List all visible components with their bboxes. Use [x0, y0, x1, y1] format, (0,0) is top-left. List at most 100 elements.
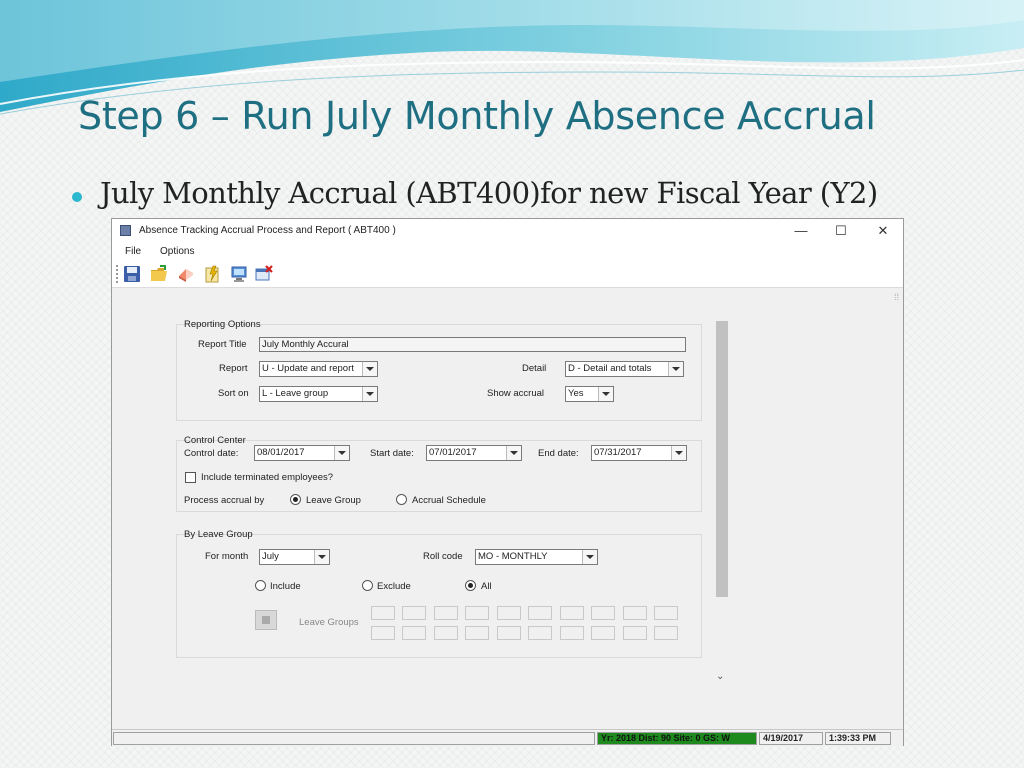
status-message-panel [113, 732, 595, 745]
status-bar: Yr: 2018 Dist: 90 Site: 0 GS: W 4/19/201… [112, 729, 903, 747]
toolbar-grip[interactable] [116, 265, 121, 283]
roll-code-value: MO - MONTHLY [478, 551, 548, 562]
chevron-down-icon[interactable] [362, 387, 377, 401]
leave-group-cell[interactable] [623, 606, 647, 620]
include-terminated-checkbox[interactable] [185, 472, 196, 483]
leave-group-cell[interactable] [371, 606, 395, 620]
accrual-schedule-radio[interactable] [396, 494, 407, 505]
control-center-label: Control Center [184, 435, 246, 446]
run-process-icon[interactable] [204, 265, 222, 283]
leave-group-cell[interactable] [371, 626, 395, 640]
end-date-picker[interactable]: 07/31/2017 [591, 445, 687, 461]
include-radio[interactable] [255, 580, 266, 591]
slide-title: Step 6 – Run July Monthly Absence Accrua… [78, 94, 876, 138]
detail-select-value: D - Detail and totals [568, 363, 652, 374]
for-month-label: For month [205, 551, 249, 562]
bullet-dot-icon [72, 192, 82, 202]
leave-group-cell[interactable] [654, 626, 678, 640]
chevron-down-icon[interactable] [362, 362, 377, 376]
for-month-value: July [262, 551, 279, 562]
menu-bar: File Options [112, 243, 903, 261]
menu-file[interactable]: File [125, 246, 141, 257]
chevron-down-icon[interactable] [314, 550, 329, 564]
chevron-down-icon[interactable] [668, 362, 683, 376]
calendar-dropdown-icon[interactable] [334, 446, 349, 460]
leave-group-cell[interactable] [497, 606, 521, 620]
report-title-field[interactable]: July Monthly Accural [259, 337, 686, 352]
calendar-dropdown-icon[interactable] [506, 446, 521, 460]
toolbar [112, 261, 903, 288]
accrual-schedule-radio-label: Accrual Schedule [412, 495, 486, 506]
all-radio-label: All [481, 581, 492, 592]
show-accrual-select-value: Yes [568, 388, 584, 399]
by-leave-group-label: By Leave Group [184, 529, 253, 540]
roll-code-select[interactable]: MO - MONTHLY [475, 549, 598, 565]
chevron-down-icon[interactable] [598, 387, 613, 401]
leave-group-radio[interactable] [290, 494, 301, 505]
status-time-panel: 1:39:33 PM [825, 732, 891, 745]
save-icon[interactable] [123, 265, 141, 283]
open-folder-icon[interactable] [150, 265, 168, 283]
include-radio-label: Include [270, 581, 301, 592]
leave-group-cell[interactable] [623, 626, 647, 640]
scrollbar-thumb[interactable] [716, 321, 728, 597]
control-date-label: Control date: [184, 448, 239, 459]
leave-group-cell[interactable] [434, 626, 458, 640]
scroll-down-icon[interactable]: ⌄ [716, 671, 724, 682]
leave-group-cell[interactable] [528, 606, 552, 620]
leave-group-cell[interactable] [591, 606, 615, 620]
minimize-button[interactable]: — [786, 221, 816, 241]
show-accrual-select[interactable]: Yes [565, 386, 614, 402]
eraser-icon[interactable] [177, 265, 195, 283]
detail-label: Detail [522, 363, 547, 374]
control-date-picker[interactable]: 08/01/2017 [254, 445, 350, 461]
app-icon [120, 225, 131, 236]
leave-group-radio-label: Leave Group [306, 495, 361, 506]
sort-on-select[interactable]: L - Leave group [259, 386, 378, 402]
leave-group-cell[interactable] [654, 606, 678, 620]
chevron-down-icon[interactable] [582, 550, 597, 564]
sort-on-label: Sort on [218, 388, 249, 399]
sort-on-select-value: L - Leave group [262, 388, 329, 399]
start-date-label: Start date: [370, 448, 414, 459]
start-date-picker[interactable]: 07/01/2017 [426, 445, 522, 461]
report-select[interactable]: U - Update and report [259, 361, 378, 377]
exclude-radio-label: Exclude [377, 581, 411, 592]
leave-groups-label: Leave Groups [299, 617, 359, 628]
window-titlebar[interactable]: Absence Tracking Accrual Process and Rep… [112, 219, 903, 243]
leave-group-cell[interactable] [402, 626, 426, 640]
leave-group-cell[interactable] [434, 606, 458, 620]
close-window-icon[interactable] [255, 265, 273, 283]
leave-group-cell[interactable] [465, 626, 489, 640]
end-date-value: 07/31/2017 [594, 447, 642, 458]
detail-select[interactable]: D - Detail and totals [565, 361, 684, 377]
calendar-dropdown-icon[interactable] [671, 446, 686, 460]
vertical-scrollbar[interactable]: ⌄ [714, 319, 728, 682]
status-info-panel: Yr: 2018 Dist: 90 Site: 0 GS: W [597, 732, 757, 745]
resize-grip-icon[interactable]: ⁞⁞ [894, 292, 899, 302]
monitor-icon[interactable] [230, 265, 248, 283]
window-title: Absence Tracking Accrual Process and Rep… [139, 225, 396, 236]
report-select-value: U - Update and report [262, 363, 354, 374]
control-date-value: 08/01/2017 [257, 447, 305, 458]
bullet-text: July Monthly Accrual (ABT400)for new Fis… [100, 176, 878, 210]
process-accrual-by-label: Process accrual by [184, 495, 265, 506]
leave-group-cell[interactable] [591, 626, 615, 640]
end-date-label: End date: [538, 448, 579, 459]
abt400-window: Absence Tracking Accrual Process and Rep… [111, 218, 904, 747]
exclude-radio[interactable] [362, 580, 373, 591]
close-button[interactable]: ✕ [868, 221, 898, 241]
leave-groups-button[interactable] [255, 610, 277, 630]
leave-group-cell[interactable] [497, 626, 521, 640]
leave-group-cell[interactable] [560, 626, 584, 640]
menu-options[interactable]: Options [160, 246, 194, 257]
reporting-options-label: Reporting Options [184, 319, 261, 330]
leave-group-cell[interactable] [528, 626, 552, 640]
leave-group-cell[interactable] [402, 606, 426, 620]
for-month-select[interactable]: July [259, 549, 330, 565]
leave-group-cell[interactable] [465, 606, 489, 620]
all-radio[interactable] [465, 580, 476, 591]
leave-group-cell[interactable] [560, 606, 584, 620]
include-terminated-label: Include terminated employees? [201, 472, 334, 483]
maximize-button[interactable]: ☐ [826, 221, 856, 241]
